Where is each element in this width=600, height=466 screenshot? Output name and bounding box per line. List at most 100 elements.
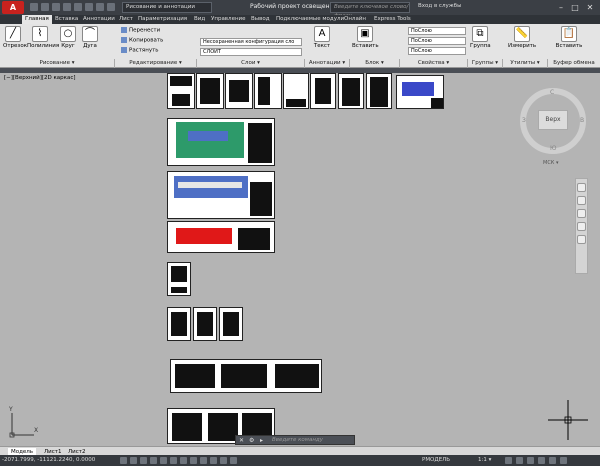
close-icon[interactable]: ✕ xyxy=(239,437,244,444)
viewcube-north[interactable]: С xyxy=(550,89,554,96)
tab-plugins[interactable]: Подключаемые модули xyxy=(276,15,344,24)
customization-icon[interactable] xyxy=(560,457,567,464)
grid-icon[interactable] xyxy=(130,457,137,464)
redo-icon[interactable] xyxy=(96,3,104,11)
steering-wheel-icon[interactable] xyxy=(577,183,586,192)
linetype-select[interactable]: ПоСлою xyxy=(408,37,466,45)
tab-online[interactable]: Онлайн xyxy=(344,15,366,24)
dyn-icon[interactable] xyxy=(190,457,197,464)
arc-button[interactable]: ⌒ Дуга xyxy=(80,26,100,49)
isolate-objects-icon[interactable] xyxy=(538,457,545,464)
showmotion-icon[interactable] xyxy=(577,235,586,244)
panel-block[interactable]: Блок ▾ xyxy=(350,59,400,68)
panel-annotation[interactable]: Аннотации ▾ xyxy=(305,59,350,68)
panel-clipboard[interactable]: Буфер обмена xyxy=(548,59,600,68)
ortho-icon[interactable] xyxy=(140,457,147,464)
polar-icon[interactable] xyxy=(150,457,157,464)
print-icon[interactable] xyxy=(74,3,82,11)
annotation-scale[interactable]: 1:1 ▾ xyxy=(478,457,491,463)
layer-state-select[interactable]: Несохраненная конфигурация сло xyxy=(200,38,302,46)
color-select[interactable]: ПоСлою xyxy=(408,27,466,35)
drawing-sheet xyxy=(196,73,224,109)
command-line[interactable]: ✕ ⚙ ▸ Введите команду xyxy=(235,435,355,445)
transparency-icon[interactable] xyxy=(210,457,217,464)
viewcube-south[interactable]: Ю xyxy=(550,145,556,152)
panel-groups[interactable]: Группы ▾ xyxy=(468,59,503,68)
orbit-icon[interactable] xyxy=(577,222,586,231)
tab-parametric[interactable]: Параметризация xyxy=(138,15,187,24)
stretch-button[interactable]: Растянуть xyxy=(121,47,159,55)
selection-cycling-icon[interactable] xyxy=(220,457,227,464)
ribbon: ╱ Отрезок ⌇ Полилиния ○ Круг ⌒ Дуга Перенест… xyxy=(0,24,600,68)
drawing-sheet xyxy=(167,262,191,296)
saveas-icon[interactable] xyxy=(63,3,71,11)
wrench-icon[interactable]: ⚙ xyxy=(249,437,254,444)
move-button[interactable]: Перенести xyxy=(121,27,160,35)
panel-layers[interactable]: Слои ▾ xyxy=(197,59,305,68)
tab-express-tools[interactable]: Express Tools xyxy=(374,15,411,24)
layer-select[interactable]: СЛОЙТ xyxy=(200,48,302,56)
tab-insert[interactable]: Вставка xyxy=(55,15,78,24)
text-button[interactable]: A Текст xyxy=(312,26,332,49)
ducs-icon[interactable] xyxy=(180,457,187,464)
lock-icon[interactable] xyxy=(516,457,523,464)
workspace-select[interactable]: Рисование и аннотации xyxy=(122,2,212,13)
drawing-sheet xyxy=(167,73,195,109)
undo-icon[interactable] xyxy=(85,3,93,11)
drawing-sheet xyxy=(167,307,191,341)
drawing-sheet xyxy=(310,73,336,109)
new-icon[interactable] xyxy=(30,3,38,11)
insert-block-button[interactable]: ▣ Вставить xyxy=(352,26,379,49)
paste-button[interactable]: 📋 Вставить xyxy=(555,26,583,49)
tab-manage[interactable]: Управление xyxy=(211,15,246,24)
clean-screen-icon[interactable] xyxy=(549,457,556,464)
viewcube-west[interactable]: З xyxy=(522,117,526,124)
drawing-sheet xyxy=(283,73,309,109)
save-icon[interactable] xyxy=(52,3,60,11)
line-button[interactable]: ╱ Отрезок xyxy=(3,26,27,49)
annotation-monitor-icon[interactable] xyxy=(230,457,237,464)
tab-layout[interactable]: Лист xyxy=(119,15,133,24)
viewcube-east[interactable]: В xyxy=(580,117,584,124)
coordinates-readout[interactable]: -2071.7999, -11121.2240, 0.0000 xyxy=(2,457,95,463)
panel-draw[interactable]: Рисование ▾ xyxy=(0,59,115,68)
model-space-toggle[interactable]: РМОДЕЛЬ xyxy=(422,457,450,463)
open-icon[interactable] xyxy=(41,3,49,11)
insert-block-label: Вставить xyxy=(352,43,379,49)
snap-icon[interactable] xyxy=(120,457,127,464)
osnap-icon[interactable] xyxy=(160,457,167,464)
ucs-menu[interactable]: МСК ▾ xyxy=(543,160,558,166)
hardware-acceleration-icon[interactable] xyxy=(527,457,534,464)
lineweight-icon[interactable] xyxy=(200,457,207,464)
measure-label: Измерить xyxy=(508,43,537,49)
measure-button[interactable]: 📏 Измерить xyxy=(508,26,536,49)
search-input[interactable]: Введите ключевое слово/фразу xyxy=(330,2,410,19)
pan-icon[interactable] xyxy=(577,196,586,205)
drawing-sheet xyxy=(170,359,322,393)
login-button[interactable]: Вход в службы xyxy=(418,3,461,9)
circle-button[interactable]: ○ Круг xyxy=(58,26,78,49)
viewcube-top-face[interactable]: Верх xyxy=(538,110,568,130)
tab-annotate[interactable]: Аннотации xyxy=(83,15,115,24)
tab-output[interactable]: Вывод xyxy=(251,15,270,24)
group-button[interactable]: ⧉ Группа xyxy=(470,26,491,49)
command-input[interactable]: Введите команду xyxy=(272,437,323,443)
quick-access-dropdown-icon[interactable] xyxy=(107,3,115,11)
workspace-switch-icon[interactable] xyxy=(505,457,512,464)
move-icon xyxy=(121,27,127,33)
lineweight-select[interactable]: ПоСлою xyxy=(408,47,466,55)
polyline-button[interactable]: ⌇ Полилиния xyxy=(27,26,59,49)
close-icon[interactable]: ✕ xyxy=(584,2,596,13)
application-menu-button[interactable]: A xyxy=(2,1,24,14)
copy-button[interactable]: Копировать xyxy=(121,37,163,45)
otrack-icon[interactable] xyxy=(170,457,177,464)
panel-utilities[interactable]: Утилиты ▾ xyxy=(503,59,548,68)
tab-home[interactable]: Главная xyxy=(22,15,52,24)
maximize-icon[interactable]: □ xyxy=(569,2,581,13)
viewport-controls[interactable]: [−][Верхний][2D каркас] xyxy=(4,75,76,81)
tab-view[interactable]: Вид xyxy=(194,15,205,24)
minimize-icon[interactable]: – xyxy=(555,2,567,13)
panel-properties[interactable]: Свойства ▾ xyxy=(400,59,468,68)
panel-modify[interactable]: Редактирование ▾ xyxy=(115,59,197,68)
zoom-icon[interactable] xyxy=(577,209,586,218)
